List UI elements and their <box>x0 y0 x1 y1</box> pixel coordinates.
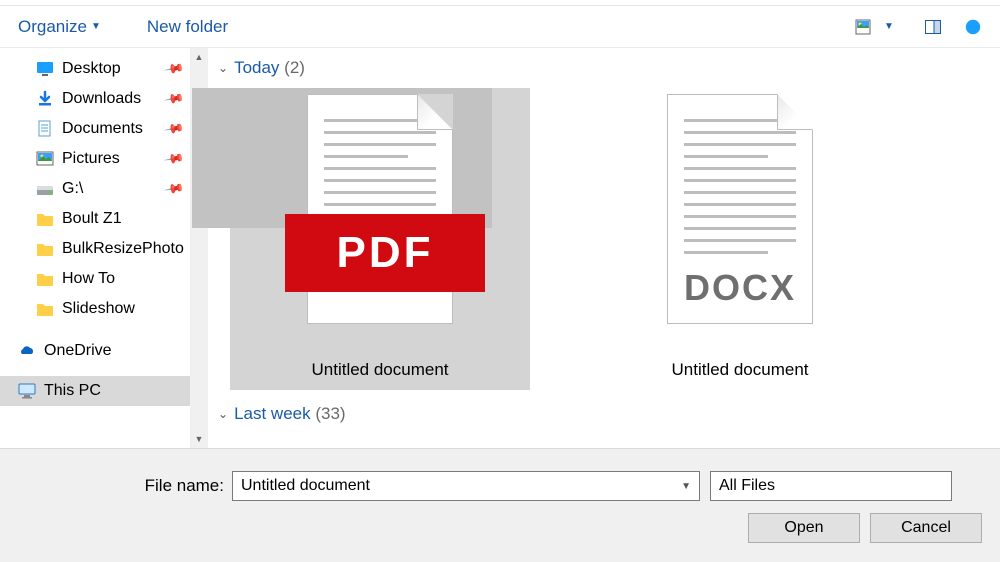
filetype-value: All Files <box>719 477 775 495</box>
sidebar-item-label: G:\ <box>62 180 83 198</box>
sidebar-item-documents[interactable]: Documents 📌 <box>0 114 190 144</box>
folder-icon <box>36 270 54 288</box>
docx-badge: DOCX <box>668 267 812 309</box>
sidebar-item-slideshow[interactable]: Slideshow <box>0 294 190 324</box>
file-list: ⌄ Today (2) PDF Untitled document <box>208 48 1000 448</box>
folder-icon <box>36 300 54 318</box>
drive-icon <box>36 180 54 198</box>
filetype-combo[interactable]: All Files <box>710 471 952 501</box>
sidebar-item-label: Documents <box>62 120 143 138</box>
sidebar-item-label: Desktop <box>62 60 121 78</box>
filename-label: File name: <box>0 476 232 496</box>
organize-label: Organize <box>18 17 87 37</box>
sidebar-item-label: OneDrive <box>44 342 112 360</box>
sidebar-item-bulkresize[interactable]: BulkResizePhoto <box>0 234 190 264</box>
help-icon[interactable] <box>964 18 982 36</box>
pin-icon: 📌 <box>163 58 185 80</box>
pin-icon: 📌 <box>163 118 185 140</box>
folder-icon <box>36 240 54 258</box>
sidebar-item-downloads[interactable]: Downloads 📌 <box>0 84 190 114</box>
sidebar-item-label: This PC <box>44 382 101 400</box>
open-button[interactable]: Open <box>748 513 860 543</box>
sidebar: Desktop 📌 Downloads 📌 Documents 📌 Pictur… <box>0 48 190 448</box>
sidebar-item-onedrive[interactable]: OneDrive <box>0 336 190 366</box>
pdf-file-icon: PDF <box>285 94 475 354</box>
pin-icon: 📌 <box>163 148 185 170</box>
sidebar-item-gdrive[interactable]: G:\ 📌 <box>0 174 190 204</box>
sidebar-item-label: BulkResizePhoto <box>62 240 184 258</box>
documents-icon <box>36 120 54 138</box>
toolbar: Organize ▼ New folder ▼ <box>0 6 1000 48</box>
sidebar-item-pictures[interactable]: Pictures 📌 <box>0 144 190 174</box>
sidebar-item-thispc[interactable]: This PC <box>0 376 190 406</box>
group-count: (2) <box>284 58 305 78</box>
group-label: Today <box>234 58 279 78</box>
body: Desktop 📌 Downloads 📌 Documents 📌 Pictur… <box>0 48 1000 448</box>
sidebar-item-label: Downloads <box>62 90 141 108</box>
chevron-down-icon: ⌄ <box>218 407 228 421</box>
organize-button[interactable]: Organize ▼ <box>14 13 105 41</box>
sidebar-item-label: How To <box>62 270 115 288</box>
desktop-icon <box>36 60 54 78</box>
file-label: Untitled document <box>671 360 808 380</box>
filename-combo[interactable]: Untitled document ▼ <box>232 471 700 501</box>
pin-icon: 📌 <box>163 178 185 200</box>
sidebar-item-label: Slideshow <box>62 300 135 318</box>
group-count: (33) <box>315 404 345 424</box>
group-header-today[interactable]: ⌄ Today (2) <box>218 54 990 82</box>
sidebar-item-howto[interactable]: How To <box>0 264 190 294</box>
group-header-lastweek[interactable]: ⌄ Last week (33) <box>218 400 990 428</box>
pdf-badge: PDF <box>285 214 485 292</box>
scroll-down-icon[interactable]: ▼ <box>190 430 208 448</box>
sidebar-item-boult[interactable]: Boult Z1 <box>0 204 190 234</box>
download-icon <box>36 90 54 108</box>
cancel-button[interactable]: Cancel <box>870 513 982 543</box>
filename-value: Untitled document <box>241 477 370 495</box>
docx-file-icon: DOCX <box>645 94 835 354</box>
caret-down-icon: ▼ <box>91 21 101 32</box>
onedrive-icon <box>18 342 36 360</box>
folder-icon <box>36 210 54 228</box>
new-folder-button[interactable]: New folder <box>143 13 232 41</box>
view-thumbnails-icon[interactable] <box>854 18 872 36</box>
caret-down-icon: ▼ <box>681 481 691 492</box>
dropdown-caret-icon[interactable]: ▼ <box>880 18 898 36</box>
bottom-panel: File name: Untitled document ▼ All Files… <box>0 448 1000 562</box>
preview-pane-icon[interactable] <box>924 18 942 36</box>
file-item-docx[interactable]: DOCX Untitled document <box>590 88 890 390</box>
pin-icon: 📌 <box>163 88 185 110</box>
chevron-down-icon: ⌄ <box>218 61 228 75</box>
pictures-icon <box>36 150 54 168</box>
new-folder-label: New folder <box>147 17 228 37</box>
scroll-up-icon[interactable]: ▲ <box>190 48 208 66</box>
file-label: Untitled document <box>311 360 448 380</box>
sidebar-item-label: Boult Z1 <box>62 210 122 228</box>
group-label: Last week <box>234 404 311 424</box>
sidebar-scrollbar[interactable]: ▲ ▼ <box>190 48 208 448</box>
sidebar-item-desktop[interactable]: Desktop 📌 <box>0 54 190 84</box>
thispc-icon <box>18 382 36 400</box>
sidebar-item-label: Pictures <box>62 150 120 168</box>
